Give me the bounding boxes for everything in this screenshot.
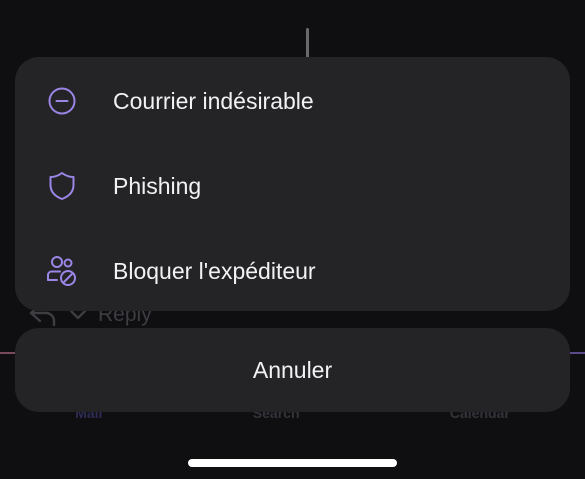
action-sheet: Courrier indésirable Phishing Bloquer l'… [15,57,570,311]
junk-mail-option[interactable]: Courrier indésirable [15,59,570,143]
shield-icon [45,169,79,203]
block-sender-label: Bloquer l'expéditeur [113,257,316,284]
phishing-option[interactable]: Phishing [15,144,570,228]
cancel-label: Annuler [252,356,333,383]
cancel-button[interactable]: Annuler [15,328,570,412]
people-blocked-icon [45,254,79,288]
junk-mail-label: Courrier indésirable [113,87,314,114]
phishing-label: Phishing [113,172,202,199]
minus-circle-icon [45,84,79,118]
home-indicator[interactable] [188,459,397,467]
block-sender-option[interactable]: Bloquer l'expéditeur [15,229,570,313]
